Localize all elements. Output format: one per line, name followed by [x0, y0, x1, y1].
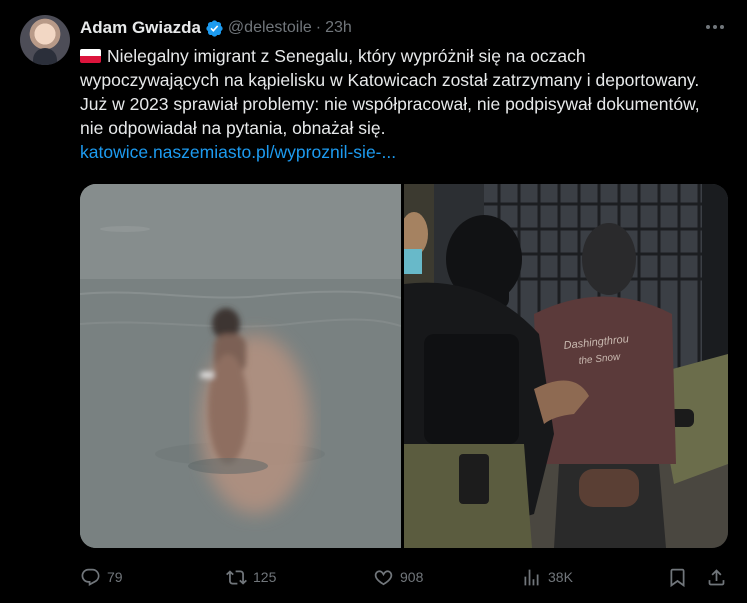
- tweet-header: Adam Gwiazda @delestoile · 23h: [80, 16, 352, 40]
- repost-count: 125: [253, 569, 277, 585]
- repost-icon: [226, 569, 247, 585]
- arrest-scene: Dashingthrou the Snow: [404, 184, 728, 548]
- header-separator: ·: [315, 19, 322, 36]
- bookmark-icon: [670, 568, 685, 587]
- reply-icon: [81, 568, 100, 586]
- bookmark-button[interactable]: [667, 564, 688, 590]
- tweet-timestamp[interactable]: 23h: [325, 19, 352, 37]
- reply-button[interactable]: 79: [80, 564, 123, 590]
- photo-arrest[interactable]: Dashingthrou the Snow: [404, 184, 728, 548]
- beach-scene: [80, 184, 401, 548]
- like-button[interactable]: 908: [373, 564, 423, 590]
- author-name[interactable]: Adam Gwiazda: [80, 18, 201, 38]
- verified-badge-icon: [206, 19, 223, 37]
- views-count: 38K: [548, 569, 573, 585]
- views-icon: [524, 569, 539, 585]
- share-button[interactable]: [706, 564, 727, 590]
- author-avatar[interactable]: [20, 15, 70, 65]
- reply-count: 79: [107, 569, 123, 585]
- media-gallery: Dashingthrou the Snow: [80, 184, 728, 548]
- tweet-actions: 79 125 908 38K: [80, 564, 730, 590]
- poland-flag-icon: [80, 49, 101, 63]
- like-count: 908: [400, 569, 424, 585]
- tweet-text: Nielegalny imigrant z Senegalu, który wy…: [80, 44, 720, 164]
- repost-button[interactable]: 125: [226, 564, 276, 590]
- more-options-icon[interactable]: [703, 17, 727, 37]
- author-handle[interactable]: @delestoile: [228, 19, 312, 37]
- photo-beach[interactable]: [80, 184, 401, 548]
- views-button[interactable]: 38K: [521, 564, 573, 590]
- share-icon: [708, 568, 725, 585]
- tweet-body: Nielegalny imigrant z Senegalu, który wy…: [80, 46, 700, 138]
- like-icon: [374, 569, 393, 585]
- article-link[interactable]: katowice.naszemiasto.pl/wyproznil-sie-..…: [80, 140, 720, 164]
